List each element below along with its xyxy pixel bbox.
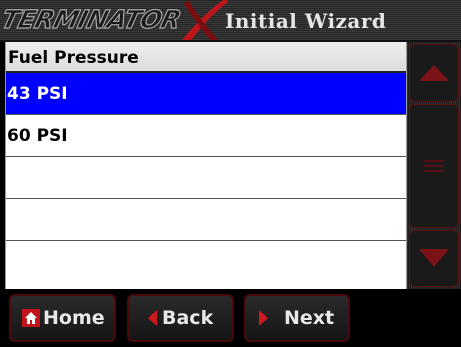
list-item-selected[interactable]: 43 PSI <box>6 73 406 115</box>
scrollbar[interactable] <box>407 42 461 289</box>
screen: TERMINATOR X Initial Wizard Fuel Pressur… <box>0 0 461 347</box>
next-button-label: Next <box>284 307 335 329</box>
list-item[interactable]: 60 PSI <box>6 115 406 157</box>
arrow-left-icon <box>148 310 157 326</box>
next-button[interactable]: Next <box>244 294 350 342</box>
home-icon <box>22 309 40 327</box>
arrow-right-icon <box>259 310 268 326</box>
scroll-up-button[interactable] <box>409 44 459 102</box>
bottom-bar: Home Back Next <box>0 289 461 347</box>
terminator-x-logo-icon: X <box>182 0 228 40</box>
title-bar: TERMINATOR X Initial Wizard <box>0 0 461 42</box>
home-button-label: Home <box>43 307 105 329</box>
list-header-label: Fuel Pressure <box>8 48 139 68</box>
triangle-up-icon <box>419 65 449 81</box>
list-header: Fuel Pressure <box>6 42 406 73</box>
option-list: Fuel Pressure 43 PSI 60 PSI <box>5 42 407 289</box>
list-item-empty[interactable] <box>6 157 406 199</box>
grip-lines-icon <box>424 160 444 172</box>
triangle-down-icon <box>419 249 449 267</box>
list-item-empty[interactable] <box>6 199 406 241</box>
home-button[interactable]: Home <box>9 294 116 342</box>
scroll-down-button[interactable] <box>409 230 459 287</box>
list-item-empty[interactable] <box>6 241 406 289</box>
list-item-label: 43 PSI <box>7 84 68 104</box>
back-button-label: Back <box>162 307 214 329</box>
list-item-label: 60 PSI <box>7 126 68 146</box>
back-button[interactable]: Back <box>127 294 234 342</box>
wizard-title: Initial Wizard <box>225 9 387 33</box>
scroll-thumb[interactable] <box>409 104 459 228</box>
